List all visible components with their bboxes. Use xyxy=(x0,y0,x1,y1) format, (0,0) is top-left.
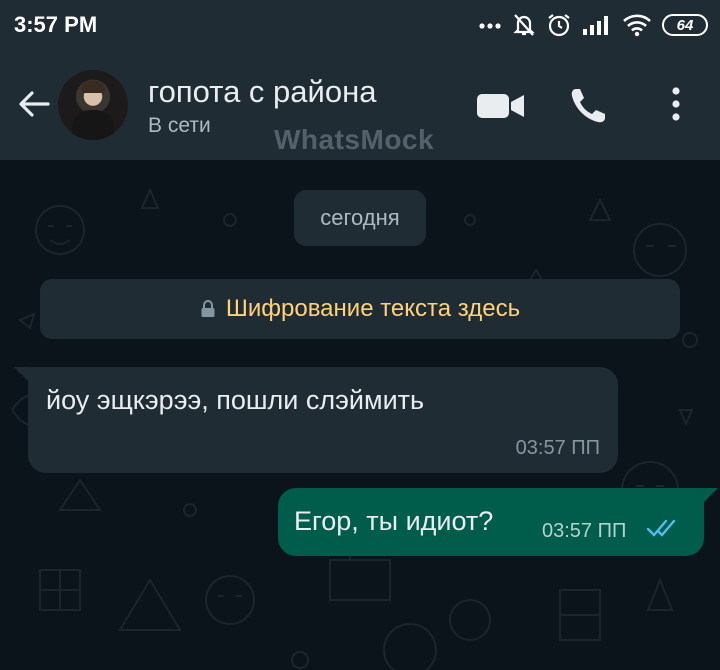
status-icons: 64 xyxy=(478,10,708,40)
dots-icon xyxy=(479,23,501,29)
battery-icon: 64 xyxy=(662,14,708,36)
encryption-text: Шифрование текста здесь xyxy=(225,295,521,322)
read-ticks-icon xyxy=(646,519,676,537)
signal-icon xyxy=(583,16,608,35)
incoming-message[interactable]: йоу эщкэрээ, пошли слэймить 03:57 ПП xyxy=(14,367,618,473)
lock-icon xyxy=(201,300,215,317)
avatar-hair xyxy=(81,81,105,93)
bell-muted-icon xyxy=(513,14,535,36)
video-call-icon[interactable] xyxy=(476,90,526,122)
status-time: 3:57 PM xyxy=(14,12,98,37)
contact-name[interactable]: гопота с района xyxy=(148,74,376,110)
avatar-body xyxy=(72,110,114,140)
message-time: 03:57 ПП xyxy=(542,520,627,542)
message-text: йоу эщкэрээ, пошли слэймить xyxy=(46,385,425,415)
alarm-icon xyxy=(548,14,570,37)
battery-level: 64 xyxy=(676,16,694,34)
date-separator: сегодня xyxy=(294,190,426,246)
watermark: WhatsMock xyxy=(274,124,435,155)
wifi-icon xyxy=(623,14,651,37)
outgoing-message[interactable]: Егор, ты идиот? 03:57 ПП xyxy=(278,488,718,556)
top-app-bar: 3:57 PM 64 гопота с района В сети WhatsM… xyxy=(0,0,720,160)
back-arrow-icon[interactable] xyxy=(16,86,52,122)
status-bar: 3:57 PM 64 xyxy=(0,0,720,52)
message-time: 03:57 ПП xyxy=(515,437,600,459)
contact-avatar[interactable] xyxy=(58,70,128,140)
more-vert-icon[interactable] xyxy=(670,86,682,122)
message-text: Егор, ты идиот? xyxy=(294,506,494,536)
contact-status: В сети xyxy=(148,114,211,137)
encryption-notice[interactable]: Шифрование текста здесь xyxy=(40,279,680,339)
voice-call-icon[interactable] xyxy=(568,86,608,126)
